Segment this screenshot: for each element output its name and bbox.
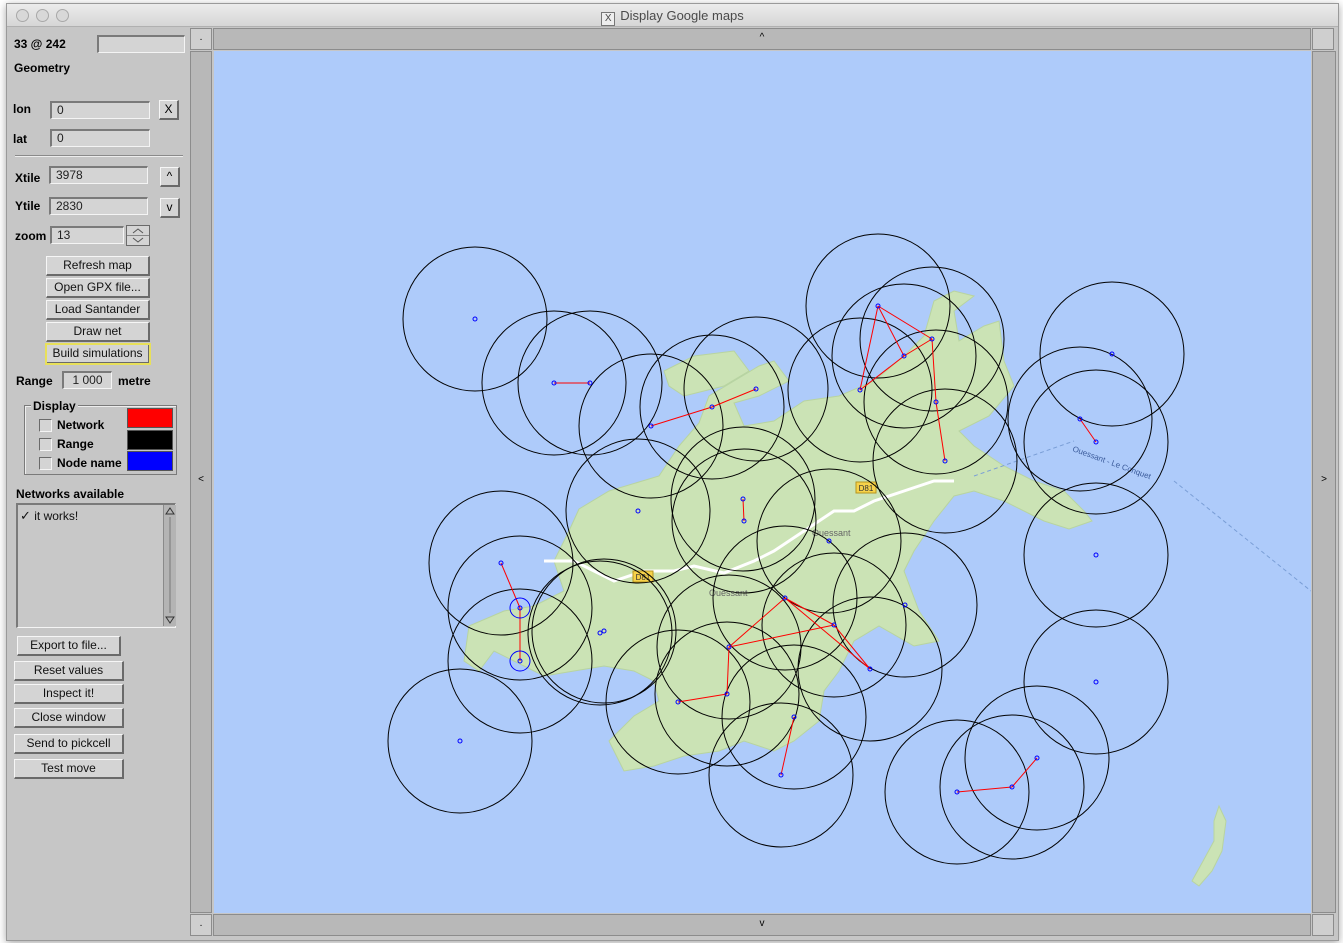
check-icon: ✓ xyxy=(20,508,31,523)
node-name-label: Node name xyxy=(57,456,122,470)
scroll-down-icon: v xyxy=(759,918,765,929)
refresh-map-button[interactable]: Refresh map xyxy=(46,256,150,276)
load-santander-button[interactable]: Load Santander xyxy=(46,300,150,320)
range-unit: metre xyxy=(118,374,151,388)
scroll-right-bar[interactable]: > xyxy=(1312,51,1336,913)
networks-list[interactable]: ✓ it works! xyxy=(16,503,176,628)
xtile-input[interactable]: 3978 xyxy=(49,166,148,184)
list-item[interactable]: ✓ it works! xyxy=(20,508,78,524)
export-button[interactable]: Export to file... xyxy=(17,636,121,656)
scroll-up-bar[interactable]: ^ xyxy=(213,28,1311,50)
control-panel: 33 @ 242 Geometry lon 0 X lat 0 Xtile 39… xyxy=(7,27,189,940)
town-label: Ouessant xyxy=(812,528,851,538)
network-label: Network xyxy=(57,418,105,432)
tile-down-button[interactable]: v xyxy=(160,198,180,218)
coords-field[interactable] xyxy=(97,35,185,53)
zoom-label: zoom xyxy=(15,229,47,243)
road-label-1: D81 xyxy=(632,570,654,583)
scroll-down-bar[interactable]: v xyxy=(213,914,1311,936)
networks-label: Networks available xyxy=(16,487,125,501)
coords-readout: 33 @ 242 xyxy=(14,37,66,51)
corner-top-right xyxy=(1312,28,1334,50)
open-gpx-button[interactable]: Open GPX file... xyxy=(46,278,150,298)
scroll-up-icon: ^ xyxy=(759,32,765,43)
scroll-arrows-icon xyxy=(165,507,175,624)
close-window-button[interactable]: Close window xyxy=(14,708,124,728)
zoom-input[interactable]: 13 xyxy=(50,226,124,244)
range-display-label: Range xyxy=(57,437,94,451)
scroll-left-bar[interactable]: < xyxy=(190,51,212,913)
svg-text:D81: D81 xyxy=(859,484,874,493)
network-checkbox[interactable] xyxy=(39,419,52,432)
test-move-button[interactable]: Test move xyxy=(14,759,124,779)
inspect-button[interactable]: Inspect it! xyxy=(14,684,124,704)
corner-top-left: . xyxy=(190,28,212,50)
corner-bottom-left: . xyxy=(190,914,212,936)
draw-net-button[interactable]: Draw net xyxy=(46,322,150,342)
spinner-arrows-icon xyxy=(127,228,149,243)
reset-values-button[interactable]: Reset values xyxy=(14,661,124,681)
title-bar: X Display Google maps xyxy=(7,4,1338,27)
scroll-right-icon: > xyxy=(1321,474,1327,485)
range-color-swatch[interactable] xyxy=(127,430,173,450)
resize-grip[interactable] xyxy=(1312,914,1334,936)
tile-up-button[interactable]: ^ xyxy=(160,167,180,187)
node-name-checkbox[interactable] xyxy=(39,457,52,470)
zoom-spinner[interactable] xyxy=(126,225,150,246)
ytile-input[interactable]: 2830 xyxy=(49,197,148,215)
ytile-label: Ytile xyxy=(15,199,41,213)
build-simulations-button[interactable]: Build simulations xyxy=(45,343,151,365)
list-scrollbar[interactable] xyxy=(163,505,176,626)
divider xyxy=(15,155,183,157)
geometry-label: Geometry xyxy=(14,61,71,75)
lon-input[interactable]: 0 xyxy=(50,101,150,119)
lat-label: lat xyxy=(13,132,28,146)
range-label: Range xyxy=(16,374,53,388)
map-area: . ^ < > . v D81 D81 Ouessant Ouessant Ou… xyxy=(190,27,1338,940)
x11-icon: X xyxy=(601,12,616,26)
app-window: X Display Google maps 33 @ 242 Geometry l… xyxy=(6,3,1339,941)
lat-input[interactable]: 0 xyxy=(50,129,150,147)
network-color-swatch[interactable] xyxy=(127,408,173,428)
display-group-title: Display xyxy=(31,399,78,413)
lon-label: lon xyxy=(13,102,31,116)
xtile-label: Xtile xyxy=(15,171,41,185)
range-input[interactable]: 1 000 xyxy=(62,371,112,389)
send-to-pickcell-button[interactable]: Send to pickcell xyxy=(14,734,124,754)
range-checkbox[interactable] xyxy=(39,438,52,451)
map-canvas[interactable]: D81 D81 Ouessant Ouessant Ouessant - Le … xyxy=(214,51,1311,913)
scroll-left-icon: < xyxy=(198,474,204,485)
clear-button[interactable]: X xyxy=(159,100,179,120)
node-name-color-swatch[interactable] xyxy=(127,451,173,471)
window-title: Display Google maps xyxy=(620,8,744,23)
